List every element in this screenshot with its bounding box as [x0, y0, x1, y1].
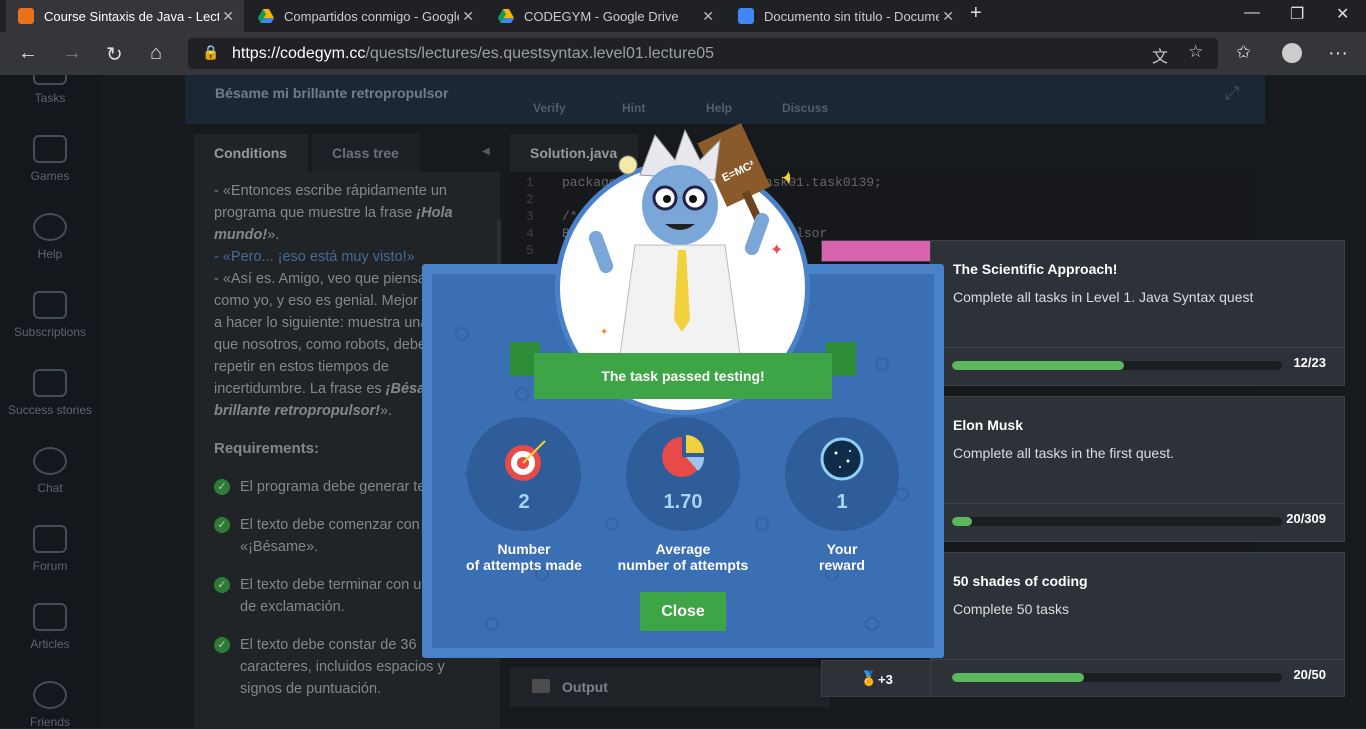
stat-attempts: 2 — [467, 417, 581, 531]
more-menu-icon[interactable]: ··· — [1328, 42, 1348, 65]
achievement-card: The Scientific Approach! Complete all ta… — [930, 240, 1345, 386]
banner-text: The task passed testing! — [601, 368, 765, 384]
new-tab-icon[interactable]: + — [970, 2, 982, 25]
achievement-title: 50 shades of coding — [953, 573, 1088, 589]
google-drive-icon — [258, 9, 274, 23]
forward-icon[interactable]: → — [62, 42, 82, 65]
reward-badge: 🏅 +3 — [821, 660, 931, 697]
stat-value: 1.70 — [663, 491, 703, 513]
stat-reward: 1 — [785, 417, 899, 531]
reload-icon[interactable]: ↻ — [106, 42, 123, 67]
achievement-progress-bar — [952, 673, 1282, 682]
codegym-favicon — [18, 8, 34, 24]
close-button[interactable]: Close — [640, 592, 726, 631]
achievement-card: Elon Musk Complete all tasks in the firs… — [930, 396, 1345, 542]
tab-codegym-drive[interactable]: CODEGYM - Google Drive ✕ — [486, 0, 724, 32]
achievement-desc: Complete all tasks in the first quest. — [953, 445, 1174, 461]
url-path: /quests/lectures/es.questsyntax.level01.… — [365, 44, 715, 62]
close-tab-icon[interactable]: ✕ — [942, 8, 954, 25]
tab-google-doc[interactable]: Documento sin título - Documen ✕ — [726, 0, 964, 32]
achievement-progress-bar — [952, 517, 1282, 526]
url-field[interactable]: 🔒 https://codegym.cc/quests/lectures/es.… — [188, 38, 1218, 69]
progress-fill — [952, 517, 972, 526]
medal-icon: 🏅 — [860, 670, 878, 686]
close-tab-icon[interactable]: ✕ — [462, 8, 474, 25]
home-icon[interactable]: ⌂ — [150, 42, 162, 65]
stat-value: 2 — [518, 491, 530, 513]
browser-tab-bar: Course Sintaxis de Java - Lecture ✕ Comp… — [0, 0, 1366, 32]
tab-codegym-lecture[interactable]: Course Sintaxis de Java - Lecture ✕ — [6, 0, 244, 32]
lock-icon: 🔒 — [202, 44, 220, 60]
achievement-count: 20/309 — [1286, 511, 1326, 526]
achievement-count: 12/23 — [1293, 355, 1326, 370]
stat-label: Your reward — [819, 541, 865, 573]
achievement-progress-bar — [952, 361, 1282, 370]
favorites-icon[interactable]: ✩ — [1236, 42, 1251, 63]
achievement-card: 50 shades of coding Complete 50 tasks 20… — [930, 552, 1345, 697]
reward-count: +3 — [878, 672, 893, 687]
achievement-title: Elon Musk — [953, 417, 1024, 433]
tab-title: Course Sintaxis de Java - Lecture — [44, 8, 219, 24]
translate-icon[interactable]: 文 — [1152, 43, 1168, 67]
close-tab-icon[interactable]: ✕ — [222, 8, 234, 25]
achievement-desc: Complete 50 tasks — [953, 601, 1069, 617]
maximize-icon[interactable]: ❐ — [1290, 4, 1304, 24]
url-host: https://codegym.cc — [232, 44, 366, 62]
progress-fill — [952, 361, 1124, 370]
professor-robot-illustration: E=MC² ✦ ✦ ✦ ✦ ✦ — [588, 123, 790, 355]
svg-text:✦: ✦ — [600, 327, 608, 338]
achievement-image — [821, 240, 931, 262]
tab-title: Compartidos conmigo - Google Dr — [284, 8, 459, 24]
svg-text:✦: ✦ — [770, 242, 783, 259]
achievement-title: The Scientific Approach! — [953, 261, 1118, 277]
target-icon — [505, 440, 546, 481]
star-icon[interactable]: ☆ — [1188, 42, 1203, 62]
stat-value: 1 — [836, 491, 848, 513]
stat-label: Number of attempts made — [466, 541, 582, 573]
success-banner: The task passed testing! — [534, 353, 832, 399]
close-tab-icon[interactable]: ✕ — [702, 8, 714, 25]
google-drive-icon — [498, 9, 514, 23]
progress-fill — [952, 673, 1084, 682]
svg-text:✦: ✦ — [780, 168, 790, 190]
stat-average: 1.70 — [626, 417, 740, 531]
google-docs-icon — [738, 8, 754, 24]
back-icon[interactable]: ← — [18, 42, 38, 65]
dark-matter-icon — [820, 437, 864, 481]
profile-avatar[interactable] — [1282, 43, 1302, 63]
minimize-icon[interactable]: — — [1244, 4, 1260, 22]
tab-shared-with-me[interactable]: Compartidos conmigo - Google Dr ✕ — [246, 0, 484, 32]
pie-chart-icon — [662, 435, 705, 477]
stat-label: Average number of attempts — [617, 541, 749, 573]
achievement-desc: Complete all tasks in Level 1. Java Synt… — [953, 289, 1254, 305]
tab-title: Documento sin título - Documen — [764, 8, 939, 24]
achievement-count: 20/50 — [1293, 667, 1326, 682]
tab-title: CODEGYM - Google Drive — [524, 8, 679, 24]
close-window-icon[interactable]: ✕ — [1336, 4, 1349, 24]
